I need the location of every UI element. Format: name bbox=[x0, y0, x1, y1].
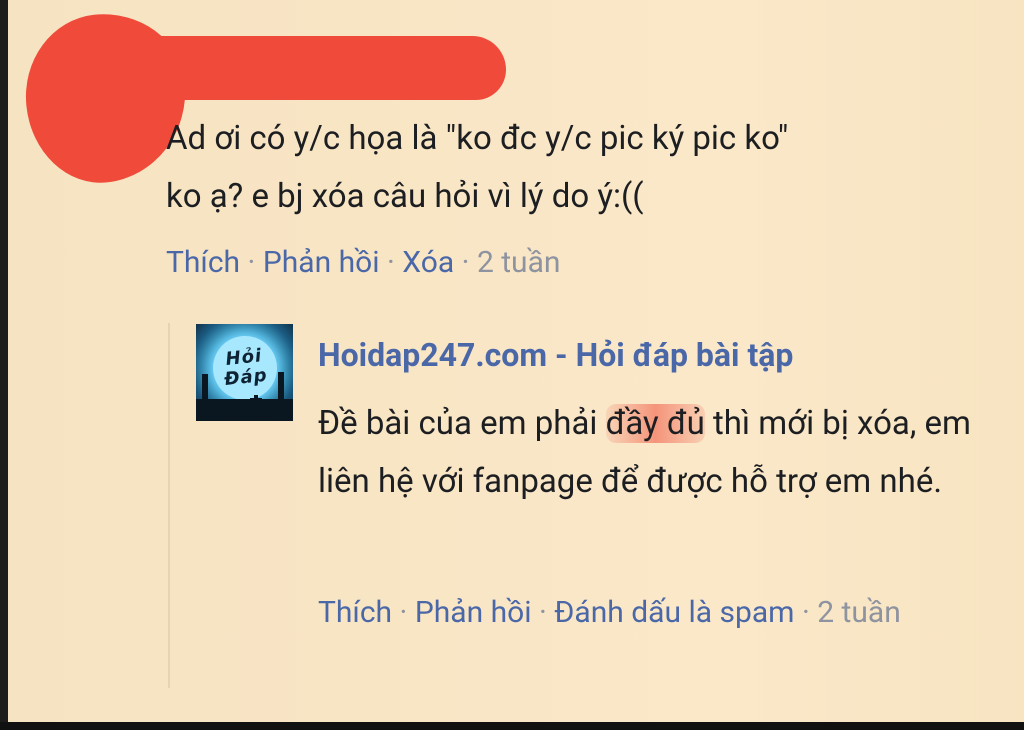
like-link[interactable]: Thích bbox=[318, 595, 392, 630]
reply-link[interactable]: Phản hồi bbox=[263, 245, 380, 280]
reply-actions: Thích · Phản hồi · Đánh dấu là spam · 2 … bbox=[318, 588, 978, 638]
separator-dot: · bbox=[461, 245, 477, 280]
reply-link[interactable]: Phản hồi bbox=[415, 595, 532, 630]
reply-text: Đề bài của em phải đầy đủ thì mới bị xóa… bbox=[318, 395, 978, 511]
comment-text: Ad ơi có y/c họa là "ko đc y/c pic ký pi… bbox=[166, 110, 986, 226]
hoidap-logo-avatar[interactable]: Hỏi Đáp bbox=[196, 324, 293, 421]
redaction-mark-name bbox=[120, 36, 506, 100]
delete-link[interactable]: Xóa bbox=[402, 245, 454, 280]
mark-spam-link[interactable]: Đánh dấu là spam bbox=[554, 595, 794, 630]
reply-text-part-1: Đề bài của em phải bbox=[318, 404, 606, 443]
avatar-logo-text: Hỏi Đáp bbox=[223, 345, 269, 391]
reply-author-name[interactable]: Hoidap247.com - Hỏi đáp bài tập bbox=[318, 332, 793, 378]
separator-dot: · bbox=[538, 595, 555, 630]
separator-dot: · bbox=[247, 245, 263, 280]
screen-edge bbox=[0, 0, 8, 730]
separator-dot: · bbox=[386, 245, 403, 280]
bottom-bar bbox=[0, 722, 1024, 730]
reply-thread-line bbox=[168, 323, 170, 688]
comment-line-1: Ad ơi có y/c họa là "ko đc y/c pic ký pi… bbox=[166, 119, 789, 158]
separator-dot: · bbox=[399, 595, 415, 630]
comment-actions: Thích · Phản hồi · Xóa · 2 tuần bbox=[166, 238, 560, 288]
cross-icon bbox=[250, 395, 262, 409]
highlighted-phrase: đầy đủ bbox=[605, 404, 705, 443]
like-link[interactable]: Thích bbox=[166, 245, 240, 280]
separator-dot: · bbox=[801, 595, 818, 630]
comment-timestamp: 2 tuần bbox=[476, 245, 561, 280]
comment-line-2: ko ạ? e bj xóa câu hỏi vì lý do ý:(( bbox=[166, 177, 644, 216]
ground-silhouette bbox=[196, 399, 293, 421]
reply-timestamp: 2 tuần bbox=[817, 595, 901, 630]
